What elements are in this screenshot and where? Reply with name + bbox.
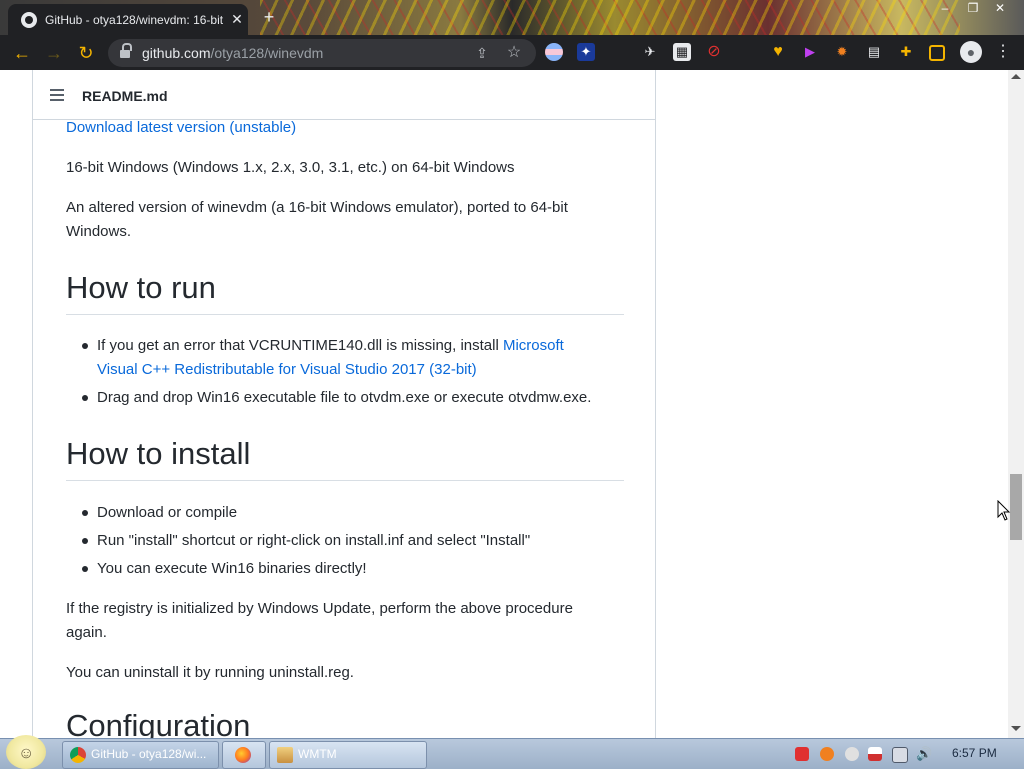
windows-taskbar: ☺ GitHub - otya128/wi... WMTM 🔊 6:57 PM — [0, 735, 1024, 769]
browser-tab-active[interactable]: GitHub - otya128/winevdm: 16-bit Windows… — [8, 4, 248, 35]
readme-filename: README.md — [82, 88, 168, 104]
taskbar-clock[interactable]: 6:57 PM — [952, 746, 997, 760]
install-item-1: Download or compile — [97, 504, 238, 521]
reload-button[interactable]: ↻ — [74, 41, 98, 65]
side-panel-icon[interactable] — [929, 45, 945, 61]
extension-fox-icon[interactable]: ✹ — [833, 43, 851, 61]
tagline: 16-bit Windows (Windows 1.x, 2.x, 3.0, 3… — [66, 159, 515, 176]
extension-plane-icon[interactable]: ✈ — [641, 43, 659, 61]
heading-how-to-install: How to install — [66, 436, 624, 481]
back-button[interactable]: ← — [10, 41, 34, 65]
extension-flag-icon[interactable] — [545, 43, 563, 61]
scroll-up-arrow-icon[interactable] — [1011, 74, 1021, 79]
taskbar-firefox-window[interactable] — [222, 741, 266, 769]
extension-paw-icon[interactable]: ▦ — [673, 43, 691, 61]
mouse-cursor-icon — [997, 500, 1011, 521]
bookmark-star-icon[interactable]: ☆ — [504, 43, 524, 63]
url-text[interactable]: github.com/otya128/winevdm — [142, 45, 323, 61]
taskbar-chrome-window[interactable]: GitHub - otya128/wi... — [62, 741, 219, 769]
tray-search-icon[interactable] — [820, 747, 834, 761]
registry-line-1: If the registry is initialized by Window… — [66, 600, 573, 617]
browser-menu-icon[interactable]: ⋮ — [994, 43, 1012, 61]
chrome-icon — [70, 747, 86, 763]
start-button[interactable]: ☺ — [6, 735, 46, 769]
extension-block-icon[interactable]: ⊘ — [705, 43, 723, 61]
download-latest-link[interactable]: Download latest version (unstable) — [66, 119, 296, 136]
extensions-puzzle-icon[interactable]: ✚ — [897, 43, 915, 61]
registry-line-2: again. — [66, 624, 107, 641]
table-of-contents-icon[interactable] — [50, 89, 64, 101]
smiley-icon: ☺ — [18, 745, 35, 762]
tab-title: GitHub - otya128/winevdm: 16-bit Windows — [45, 13, 223, 27]
minimize-window-button[interactable]: – — [930, 0, 960, 18]
bullet — [82, 395, 88, 401]
close-tab-icon[interactable]: ✕ — [228, 10, 246, 28]
bullet — [82, 566, 88, 572]
run-item-1-prefix: If you get an error that VCRUNTIME140.dl… — [97, 337, 503, 354]
address-bar[interactable]: github.com/otya128/winevdm ⇪ ☆ — [108, 39, 536, 67]
run-item-2: Drag and drop Win16 executable file to o… — [97, 389, 592, 406]
forward-button[interactable]: → — [42, 41, 66, 65]
install-item-2: Run "install" shortcut or right-click on… — [97, 532, 531, 549]
readme-panel: README.md Download latest version (unsta… — [32, 70, 656, 738]
firefox-icon — [235, 747, 251, 763]
github-icon — [21, 12, 37, 28]
run-item-1-line-1: If you get an error that VCRUNTIME140.dl… — [97, 334, 564, 358]
download-paragraph: Download latest version (unstable) — [66, 116, 296, 140]
msvc-redist-link-part-1[interactable]: Microsoft — [503, 337, 564, 354]
tray-smiley-icon[interactable] — [845, 747, 859, 761]
new-tab-button[interactable]: + — [258, 6, 280, 28]
run-item-1-line-2: Visual C++ Redistributable for Visual St… — [97, 358, 477, 382]
browser-toolbar: ← → ↻ github.com/otya128/winevdm ⇪ ☆ ✦ ✈… — [0, 35, 1024, 70]
description-line-1: An altered version of winevdm (a 16-bit … — [66, 199, 568, 216]
scroll-down-arrow-icon[interactable] — [1011, 726, 1021, 731]
browser-theme-art — [260, 0, 960, 35]
tray-record-icon[interactable] — [795, 747, 809, 761]
tray-network-error-icon[interactable] — [868, 747, 882, 761]
heading-configuration: Configuration — [66, 708, 251, 738]
bullet — [82, 510, 88, 516]
folder-icon — [277, 747, 293, 763]
install-item-3: You can execute Win16 binaries directly! — [97, 560, 367, 577]
url-path: /otya128/winevdm — [210, 45, 324, 61]
restore-window-button[interactable]: ❐ — [958, 0, 988, 18]
taskbar-wmtm-label: WMTM — [298, 747, 337, 761]
taskbar-wmtm-window[interactable]: WMTM — [269, 741, 427, 769]
page-scrollbar[interactable] — [1008, 70, 1024, 738]
bullet — [82, 343, 88, 349]
description-line-2: Windows. — [66, 223, 132, 240]
scrollbar-thumb[interactable] — [1010, 474, 1022, 540]
page-content: README.md Download latest version (unsta… — [0, 70, 1008, 738]
bullet — [82, 538, 88, 544]
lock-icon[interactable] — [120, 43, 132, 59]
share-icon[interactable]: ⇪ — [472, 43, 492, 63]
heading-how-to-run: How to run — [66, 270, 624, 315]
close-window-button[interactable]: ✕ — [985, 0, 1015, 18]
url-domain: github.com — [142, 45, 211, 61]
extension-runner-icon[interactable]: ✦ — [577, 43, 595, 61]
tray-volume-icon[interactable]: 🔊 — [916, 747, 932, 761]
profile-avatar-icon[interactable]: ● — [960, 41, 982, 63]
uninstall-paragraph: You can uninstall it by running uninstal… — [66, 664, 354, 681]
readme-header: README.md — [33, 70, 655, 120]
msvc-redist-link-part-2[interactable]: Visual C++ Redistributable for Visual St… — [97, 361, 477, 378]
taskbar-chrome-label: GitHub - otya128/wi... — [91, 747, 207, 761]
extension-grid-icon[interactable]: ▤ — [865, 43, 883, 61]
browser-tab-strip: GitHub - otya128/winevdm: 16-bit Windows… — [0, 0, 1024, 35]
extension-play-icon[interactable]: ▶ — [801, 43, 819, 61]
tray-display-icon[interactable] — [892, 747, 908, 763]
extension-heart-icon[interactable]: ♥ — [769, 43, 787, 61]
